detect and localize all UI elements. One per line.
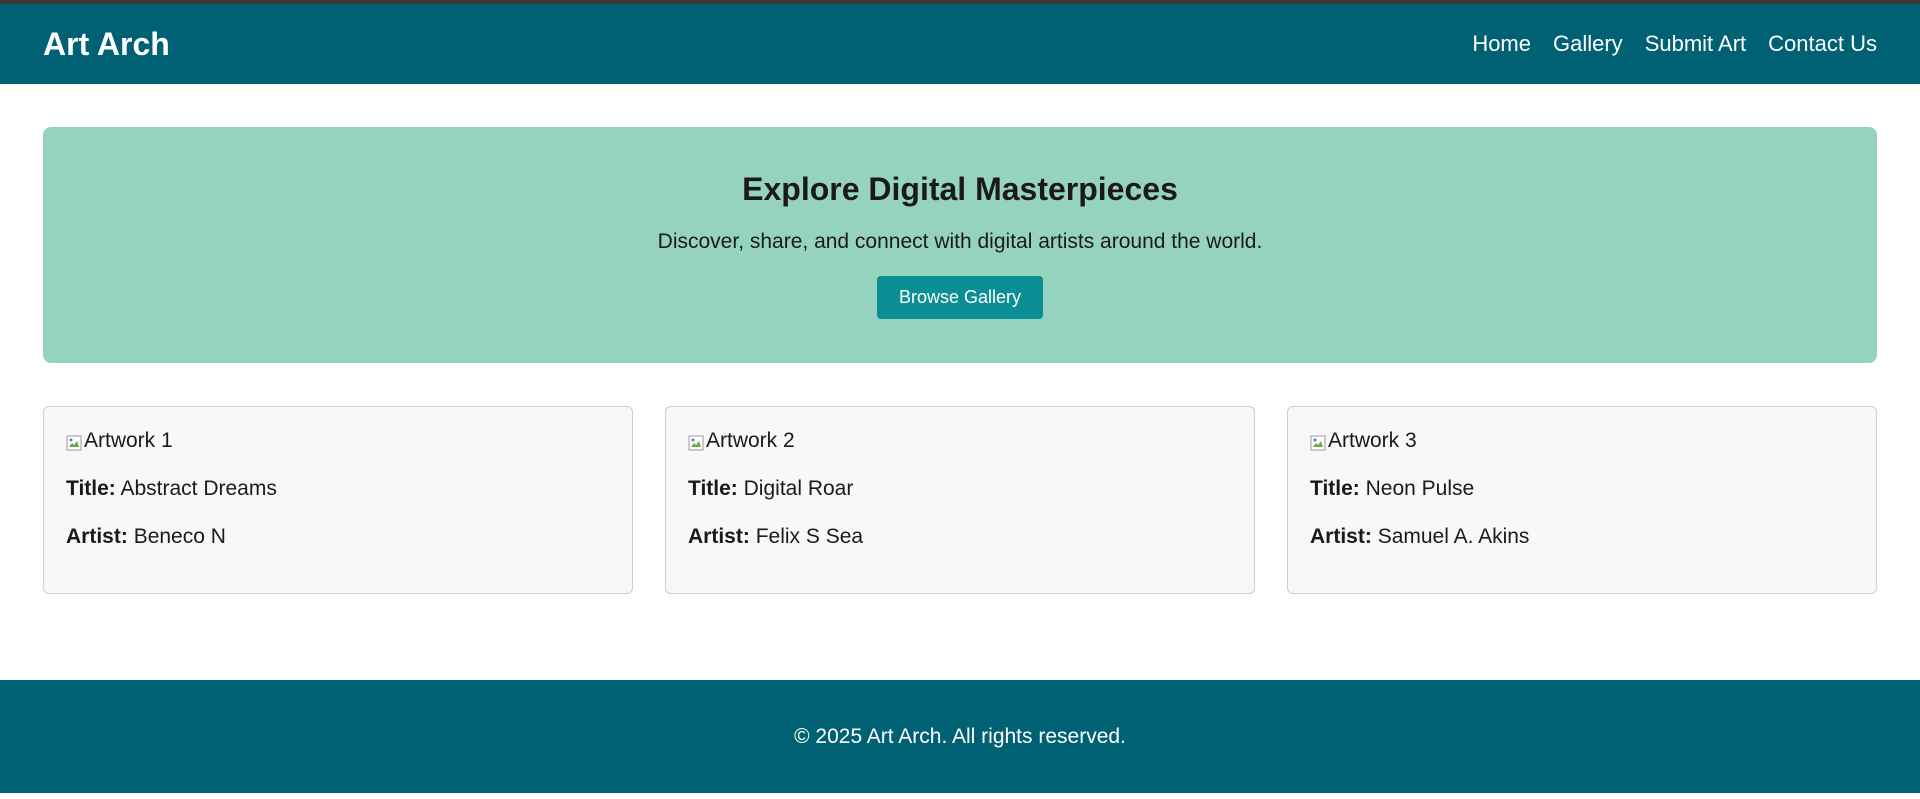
artist-label: Artist: [66, 525, 128, 548]
title-label: Title: [66, 477, 116, 500]
artwork-cards: Artwork 1 Title: Abstract Dreams Artist:… [43, 406, 1877, 594]
artwork-title: Title: Neon Pulse [1310, 477, 1854, 501]
hero-banner: Explore Digital Masterpieces Discover, s… [43, 127, 1877, 363]
artwork-title: Title: Abstract Dreams [66, 477, 610, 501]
broken-image-icon [1310, 433, 1326, 451]
title-label: Title: [1310, 477, 1360, 500]
main-nav: Home Gallery Submit Art Contact Us [1472, 31, 1877, 57]
artwork-artist: Artist: Beneco N [66, 525, 610, 549]
browse-gallery-button[interactable]: Browse Gallery [876, 276, 1044, 319]
artwork-artist: Artist: Felix S Sea [688, 525, 1232, 549]
artist-value: Samuel A. Akins [1377, 525, 1530, 548]
artist-label: Artist: [1310, 525, 1372, 548]
artist-label: Artist: [688, 525, 750, 548]
artwork-image-alt: Artwork 2 [706, 429, 795, 452]
broken-image-icon [66, 433, 82, 451]
title-label: Title: [688, 477, 738, 500]
artwork-image[interactable]: Artwork 3 [1310, 429, 1854, 453]
artwork-image-alt: Artwork 3 [1328, 429, 1417, 452]
artwork-image[interactable]: Artwork 1 [66, 429, 610, 453]
nav-link-gallery[interactable]: Gallery [1553, 31, 1623, 57]
artwork-image[interactable]: Artwork 2 [688, 429, 1232, 453]
hero-title: Explore Digital Masterpieces [742, 171, 1178, 207]
title-value: Abstract Dreams [120, 477, 277, 500]
main-content: Explore Digital Masterpieces Discover, s… [0, 84, 1920, 594]
nav-link-home[interactable]: Home [1472, 31, 1531, 57]
site-footer: © 2025 Art Arch. All rights reserved. [0, 680, 1920, 793]
footer-copyright: © 2025 Art Arch. All rights reserved. [794, 724, 1126, 748]
nav-link-contact-us[interactable]: Contact Us [1768, 31, 1877, 57]
artwork-title: Title: Digital Roar [688, 477, 1232, 501]
artist-value: Beneco N [133, 525, 226, 548]
artwork-artist: Artist: Samuel A. Akins [1310, 525, 1854, 549]
site-header: Art Arch Home Gallery Submit Art Contact… [0, 4, 1920, 84]
broken-image-icon [688, 433, 704, 451]
brand-logo[interactable]: Art Arch [43, 26, 170, 63]
artwork-card[interactable]: Artwork 3 Title: Neon Pulse Artist: Samu… [1287, 406, 1877, 594]
title-value: Digital Roar [743, 477, 854, 500]
hero-subtitle: Discover, share, and connect with digita… [657, 230, 1263, 253]
artwork-card[interactable]: Artwork 1 Title: Abstract Dreams Artist:… [43, 406, 633, 594]
artist-value: Felix S Sea [755, 525, 864, 548]
artwork-card[interactable]: Artwork 2 Title: Digital Roar Artist: Fe… [665, 406, 1255, 594]
nav-link-submit-art[interactable]: Submit Art [1645, 31, 1746, 57]
artwork-image-alt: Artwork 1 [84, 429, 173, 452]
title-value: Neon Pulse [1365, 477, 1475, 500]
